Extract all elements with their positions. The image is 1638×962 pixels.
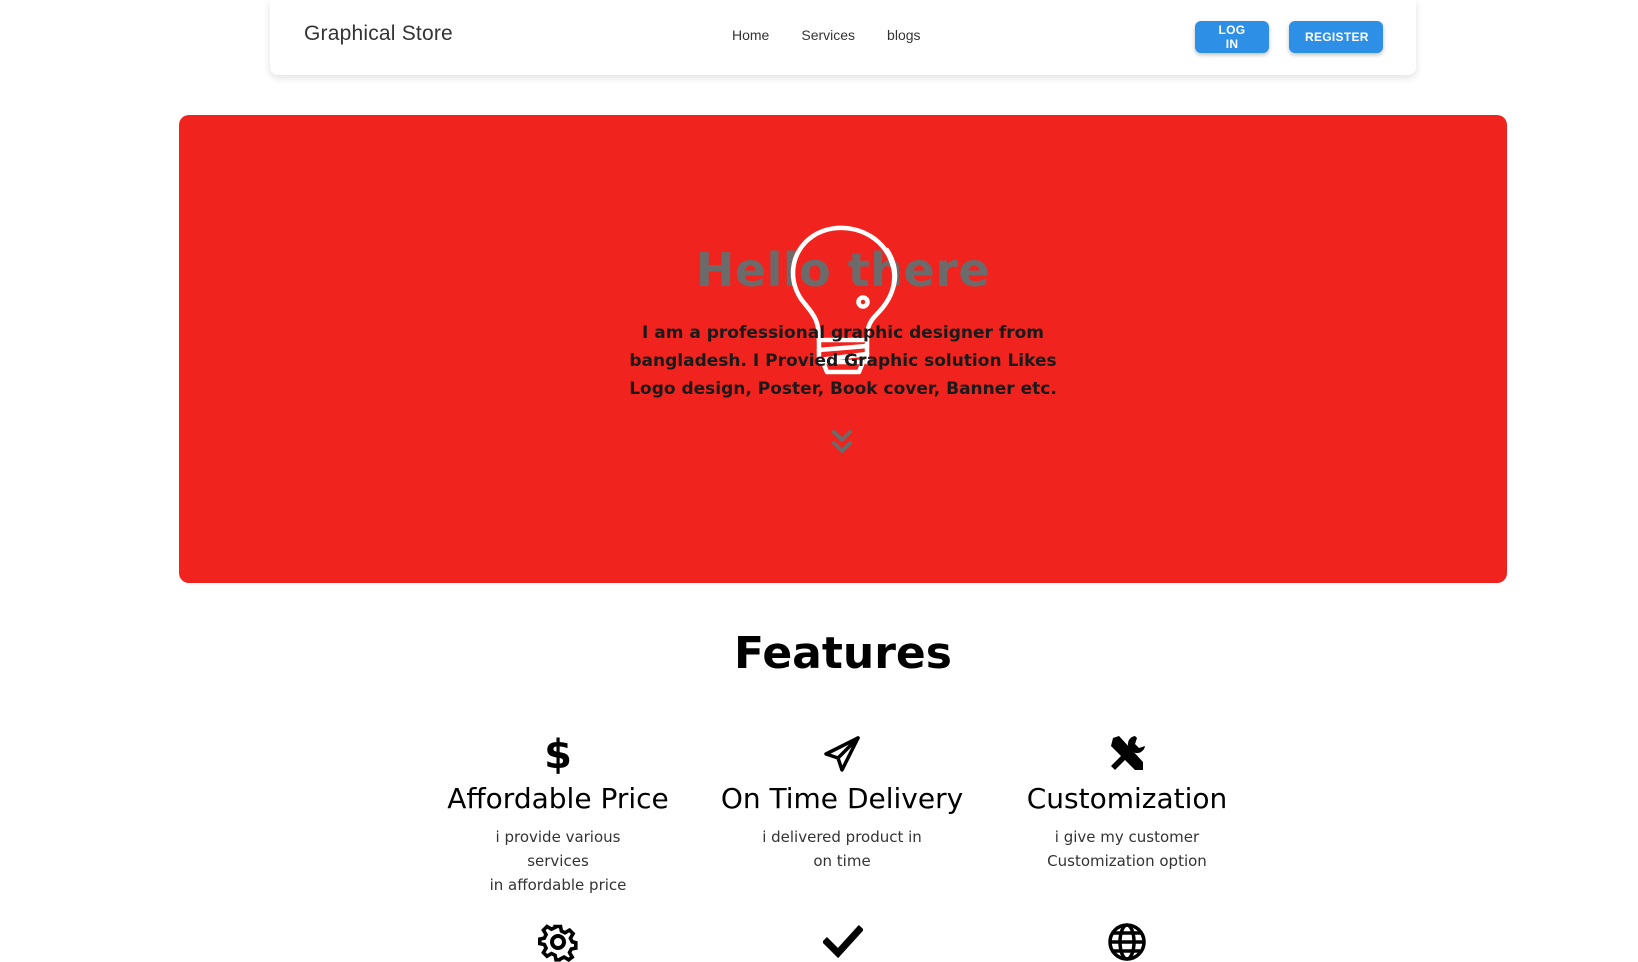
feature-title: Affordable Price	[447, 782, 669, 815]
nav-link-home[interactable]: Home	[732, 27, 769, 43]
feature-on-time-delivery: On Time Delivery i delivered product in …	[702, 734, 982, 873]
hero-banner: Hello there I am a professional graphic …	[179, 115, 1507, 583]
checkmark-icon	[823, 925, 863, 959]
double-chevron-down-icon[interactable]	[830, 428, 854, 456]
brand-logo[interactable]: Graphical Store	[304, 22, 453, 46]
svg-text:$: $	[544, 734, 572, 774]
feature-desc-line: i give my customer	[1054, 828, 1200, 846]
register-button[interactable]: REGISTER	[1289, 21, 1383, 53]
feature-description: i delivered product in on time	[747, 825, 937, 873]
tools-icon	[1111, 736, 1145, 770]
feature-description: i provide various services in affordable…	[463, 825, 653, 897]
feature-description: i give my customer Customization option	[1032, 825, 1222, 873]
feature-affordable-price: $ Affordable Price i provide various ser…	[418, 734, 698, 897]
paper-plane-icon	[824, 736, 860, 772]
login-button[interactable]: LOG IN	[1195, 21, 1269, 53]
feature-desc-line: i provide various services	[495, 828, 621, 870]
feature-desc-line: Customization option	[1047, 852, 1207, 870]
globe-icon	[1108, 923, 1146, 961]
nav-link-services[interactable]: Services	[801, 27, 855, 43]
features-title: Features	[734, 628, 952, 679]
nav-link-blogs[interactable]: blogs	[887, 27, 920, 43]
feature-desc-line: i delivered product in	[762, 828, 922, 846]
feature-title: Customization	[1026, 782, 1228, 815]
feature-desc-line: on time	[813, 852, 871, 870]
navbar: Graphical Store Home Services blogs LOG …	[270, 0, 1416, 75]
gear-icon	[538, 924, 578, 962]
dollar-icon: $	[544, 734, 572, 774]
nav-links: Home Services blogs	[732, 27, 953, 43]
feature-customization: Customization i give my customer Customi…	[987, 734, 1267, 873]
feature-title: On Time Delivery	[720, 782, 964, 815]
feature-desc-line: in affordable price	[489, 876, 627, 894]
hero-description: I am a professional graphic designer fro…	[629, 323, 1057, 399]
